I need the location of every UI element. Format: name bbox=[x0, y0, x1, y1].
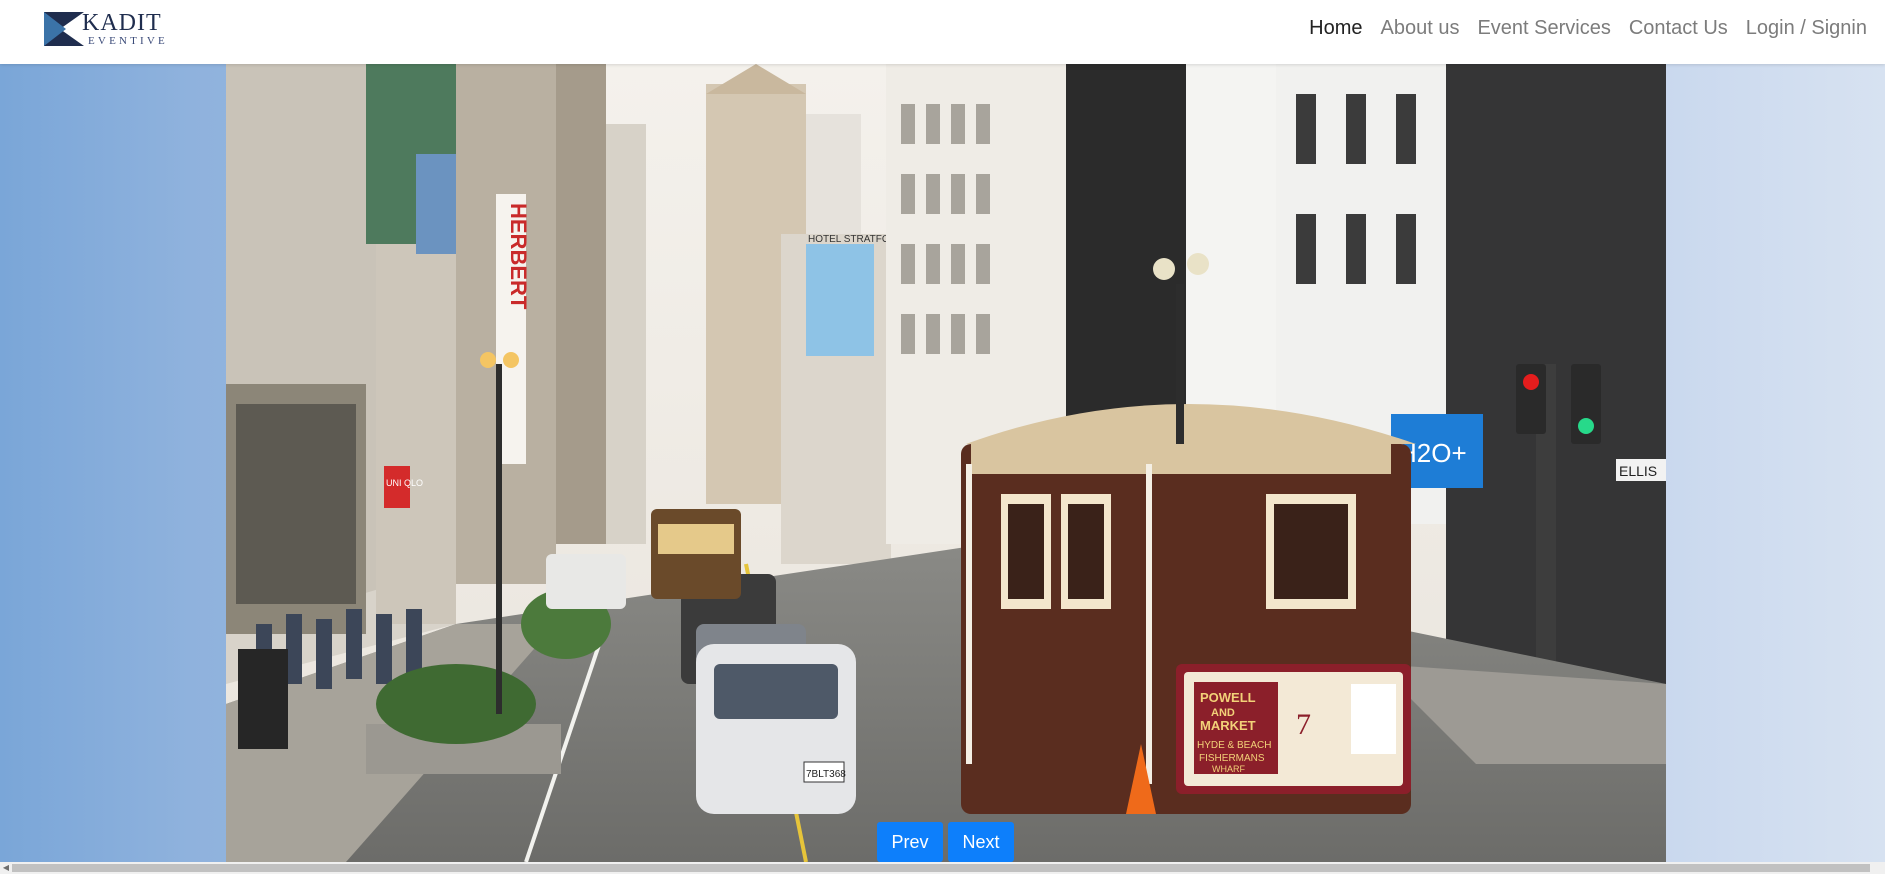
nav-about-us[interactable]: About us bbox=[1381, 16, 1460, 40]
cable-car-number: 7 bbox=[1296, 708, 1311, 741]
cable-car-panel-line1: POWELL bbox=[1200, 690, 1256, 705]
logo-mark-icon bbox=[44, 12, 84, 46]
brand-tagline: EVENTIVE bbox=[88, 35, 168, 47]
horizontal-scrollbar[interactable]: ◀ bbox=[0, 862, 1885, 874]
cable-car-dest-line2: FISHERMANS bbox=[1199, 753, 1265, 764]
uniqlo-sign: UNI QLO bbox=[386, 478, 423, 488]
nav-login-signin[interactable]: Login / Signin bbox=[1746, 16, 1867, 40]
scrollbar-thumb[interactable] bbox=[12, 864, 1870, 872]
brand-name: KADIT bbox=[82, 10, 162, 36]
hero-slide-image: HOTEL STRATFORD HERBERT UNI QLO H2O+ ELL… bbox=[226, 64, 1666, 862]
plate-text: 7BLT368 bbox=[806, 769, 846, 780]
nav-contact-us[interactable]: Contact Us bbox=[1629, 16, 1728, 40]
cable-car-panel-line3: MARKET bbox=[1200, 718, 1256, 733]
street-scene-illustration: HOTEL STRATFORD HERBERT UNI QLO H2O+ ELL… bbox=[226, 64, 1666, 862]
scroll-left-arrow-icon[interactable]: ◀ bbox=[1, 863, 11, 873]
cable-car-dest-line1: HYDE & BEACH bbox=[1197, 740, 1271, 751]
slider-next-button[interactable]: Next bbox=[948, 822, 1014, 862]
cable-car-dest-line3: WHARF bbox=[1212, 764, 1245, 774]
top-navbar: KADIT EVENTIVE Home About us Event Servi… bbox=[0, 0, 1885, 64]
nav-home[interactable]: Home bbox=[1309, 16, 1362, 40]
nav-event-services[interactable]: Event Services bbox=[1477, 16, 1610, 40]
ellis-sign: ELLIS bbox=[1619, 463, 1657, 479]
brand-logo[interactable]: KADIT EVENTIVE bbox=[44, 10, 184, 48]
slider-prev-button[interactable]: Prev bbox=[877, 822, 943, 862]
herbert-sign: HERBERT bbox=[506, 203, 531, 310]
main-nav: Home About us Event Services Contact Us … bbox=[1309, 16, 1867, 40]
